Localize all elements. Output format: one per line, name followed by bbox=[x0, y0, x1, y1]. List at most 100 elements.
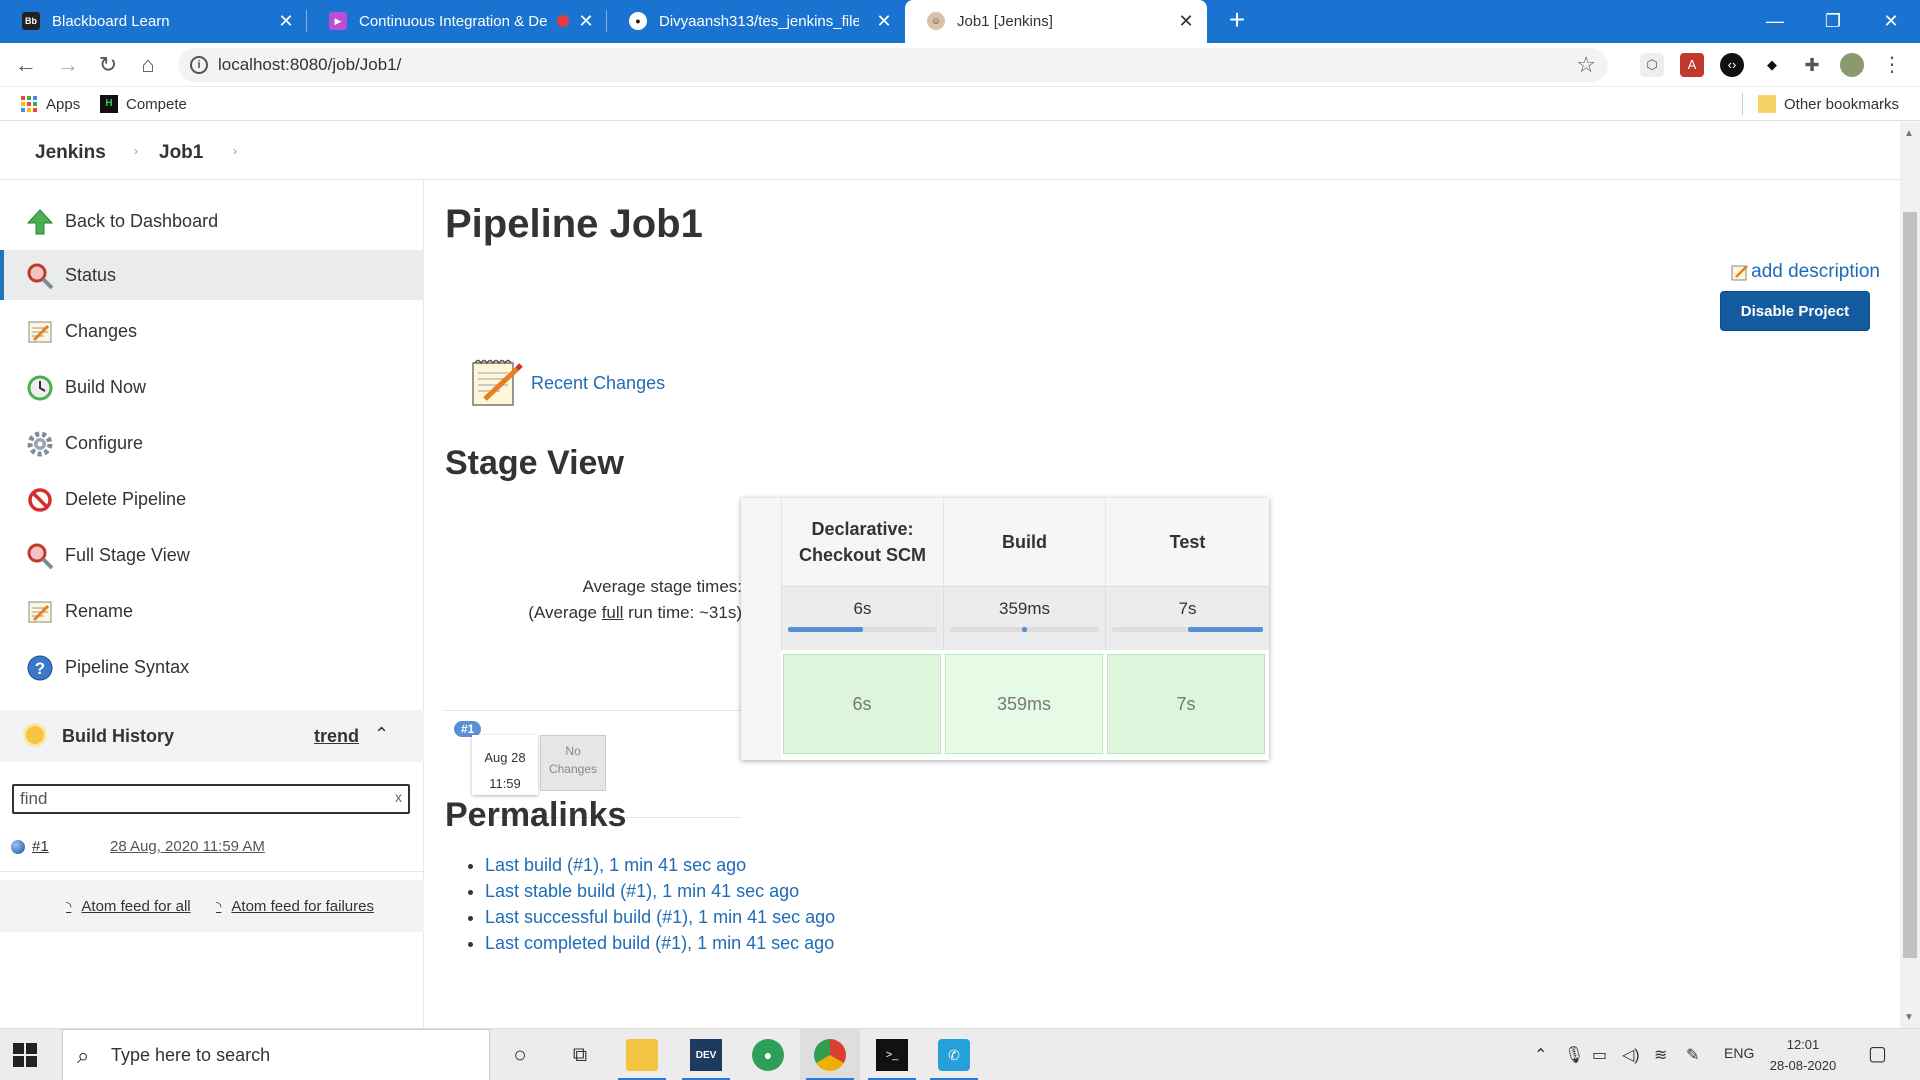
sidebar-item-delete-pipeline[interactable]: Delete Pipeline bbox=[0, 474, 424, 524]
hackerrank-icon: H bbox=[100, 95, 118, 113]
rss-icon: ◝ bbox=[216, 898, 222, 914]
reload-button[interactable]: ↻ bbox=[92, 50, 124, 80]
maps-pin-icon[interactable]: ● bbox=[752, 1039, 784, 1071]
bookmark-star-icon[interactable]: ☆ bbox=[1576, 52, 1596, 78]
file-explorer-icon[interactable] bbox=[626, 1039, 658, 1071]
pen-icon[interactable]: ✎ bbox=[1686, 1045, 1699, 1065]
sidebar-item-label: Configure bbox=[65, 432, 144, 453]
language-indicator[interactable]: ENG bbox=[1724, 1045, 1754, 1061]
battery-icon[interactable]: ▭ bbox=[1592, 1045, 1607, 1065]
close-window-button[interactable]: ✕ bbox=[1871, 6, 1911, 36]
bookmark-apps[interactable]: Apps bbox=[20, 95, 80, 113]
chevron-right-icon[interactable]: › bbox=[134, 144, 138, 158]
stage-cell-checkout-scm[interactable]: 6s bbox=[783, 654, 941, 754]
rss-icon: ◝ bbox=[66, 898, 72, 914]
sidebar-item-build-now[interactable]: Build Now bbox=[0, 362, 424, 412]
minimize-button[interactable]: — bbox=[1755, 6, 1795, 36]
notepad-icon bbox=[472, 359, 523, 406]
close-icon[interactable]: ✕ bbox=[1175, 10, 1197, 32]
notifications-icon[interactable]: ▢ bbox=[1868, 1041, 1887, 1066]
back-button[interactable]: ← bbox=[10, 50, 42, 80]
sidebar-item-changes[interactable]: Changes bbox=[0, 306, 424, 356]
permalink-last-stable-build[interactable]: Last stable build (#1), 1 min 41 sec ago bbox=[485, 878, 835, 904]
page-scrollbar[interactable]: ▲ ▼ bbox=[1900, 122, 1920, 1028]
info-icon[interactable]: i bbox=[190, 56, 208, 74]
taskbar-search-box[interactable]: ⌕ Type here to search bbox=[62, 1029, 490, 1080]
fish-extension-icon[interactable]: ◆ bbox=[1760, 53, 1784, 77]
clear-search-icon[interactable]: x bbox=[395, 789, 402, 805]
bookmark-compete[interactable]: H Compete bbox=[100, 95, 187, 113]
atom-feed-failures-link[interactable]: ◝ Atom feed for failures bbox=[216, 898, 374, 915]
notepad-icon bbox=[28, 321, 52, 343]
microphone-icon[interactable]: 🎙 bbox=[1564, 1045, 1584, 1065]
sidebar-item-full-stage-view[interactable]: Full Stage View bbox=[0, 530, 424, 580]
wifi-icon[interactable]: ≋ bbox=[1654, 1045, 1667, 1065]
average-stage-times-label: Average stage times: (Average full run t… bbox=[528, 577, 742, 622]
scroll-up-icon[interactable]: ▲ bbox=[1904, 128, 1914, 139]
build-date-box[interactable]: Aug 28 11:59 bbox=[472, 735, 538, 795]
system-clock[interactable]: 12:01 28-08-2020 bbox=[1768, 1034, 1838, 1076]
scrollbar-thumb[interactable] bbox=[1903, 212, 1917, 958]
recent-changes-link[interactable]: Recent Changes bbox=[467, 355, 665, 411]
whatsapp-icon[interactable]: ✆ bbox=[938, 1039, 970, 1071]
permalink-last-successful-build[interactable]: Last successful build (#1), 1 min 41 sec… bbox=[485, 904, 835, 930]
bookmarks-bar: Apps H Compete Other bookmarks bbox=[0, 87, 1920, 121]
url-omnibox[interactable]: i localhost:8080/job/Job1/ ☆ bbox=[178, 48, 1608, 82]
puzzle-extensions-icon[interactable]: ✚ bbox=[1800, 53, 1824, 77]
sidebar-item-pipeline-syntax[interactable]: ? Pipeline Syntax bbox=[0, 642, 424, 692]
terminal-icon[interactable]: >_ bbox=[876, 1039, 908, 1071]
trend-link[interactable]: trend bbox=[314, 726, 359, 747]
sidebar-item-label: Pipeline Syntax bbox=[65, 656, 190, 677]
sidebar-item-label: Build Now bbox=[65, 376, 147, 397]
volume-icon[interactable]: ◁) bbox=[1622, 1045, 1640, 1065]
sidebar-item-status[interactable]: Status bbox=[0, 250, 424, 300]
pdf-extension-icon[interactable]: A bbox=[1680, 53, 1704, 77]
close-icon[interactable]: ✕ bbox=[275, 10, 297, 32]
home-button[interactable]: ⌂ bbox=[132, 50, 164, 80]
permalink-last-completed-build[interactable]: Last completed build (#1), 1 min 41 sec … bbox=[485, 930, 835, 956]
tab-blackboard[interactable]: Bb Blackboard Learn ✕ bbox=[0, 0, 307, 43]
tab-github[interactable]: ● Divyaansh313/tes_jenkins_file ✕ bbox=[607, 0, 905, 43]
sidebar-item-rename[interactable]: Rename bbox=[0, 586, 424, 636]
tab-continuous-integration[interactable]: ▶ Continuous Integration & De ✕ bbox=[307, 0, 607, 43]
browser-menu-icon[interactable]: ⋮ bbox=[1880, 53, 1904, 77]
windows-start-icon[interactable] bbox=[12, 1042, 38, 1068]
build-search-input[interactable] bbox=[14, 786, 374, 812]
build-changes-box[interactable]: No Changes bbox=[540, 735, 606, 791]
chevron-up-icon[interactable]: ⌃ bbox=[1534, 1045, 1547, 1065]
sidebar-item-configure[interactable]: Configure bbox=[0, 418, 424, 468]
profile-avatar[interactable] bbox=[1840, 53, 1864, 77]
url-text[interactable]: localhost:8080/job/Job1/ bbox=[218, 55, 401, 75]
full-run-time-link[interactable]: full bbox=[602, 603, 624, 622]
code-extension-icon[interactable]: ‹› bbox=[1720, 53, 1744, 77]
cortana-icon[interactable]: ○ bbox=[504, 1039, 536, 1071]
extension-shield-icon[interactable]: ⬡ bbox=[1640, 53, 1664, 77]
close-icon[interactable]: ✕ bbox=[873, 10, 895, 32]
svg-text:?: ? bbox=[35, 659, 45, 678]
restore-button[interactable]: ❐ bbox=[1813, 6, 1853, 36]
stage-avg-checkout-scm: 6s bbox=[781, 586, 943, 650]
stage-cell-build[interactable]: 359ms bbox=[945, 654, 1103, 754]
build-number-link[interactable]: #1 bbox=[32, 838, 49, 855]
build-history-search[interactable]: x bbox=[12, 784, 410, 814]
new-tab-button[interactable]: + bbox=[1222, 6, 1252, 36]
devcpp-icon[interactable]: DEV bbox=[690, 1039, 722, 1071]
chevron-right-icon[interactable]: › bbox=[233, 144, 237, 158]
sidebar-item-back-to-dashboard[interactable]: Back to Dashboard bbox=[0, 196, 424, 246]
permalink-last-build[interactable]: Last build (#1), 1 min 41 sec ago bbox=[485, 852, 835, 878]
task-view-icon[interactable]: ⧉ bbox=[564, 1039, 596, 1071]
bookmark-other[interactable]: Other bookmarks bbox=[1758, 95, 1899, 113]
stage-cell-test[interactable]: 7s bbox=[1107, 654, 1265, 754]
add-description-link[interactable]: add description bbox=[1731, 261, 1880, 283]
build-date-link[interactable]: 28 Aug, 2020 11:59 AM bbox=[110, 838, 265, 855]
chevron-up-icon[interactable]: ⌃ bbox=[374, 724, 389, 745]
tab-jenkins[interactable]: ☺ Job1 [Jenkins] ✕ bbox=[905, 0, 1207, 43]
scroll-down-icon[interactable]: ▼ bbox=[1904, 1012, 1914, 1023]
forward-button[interactable]: → bbox=[52, 50, 84, 80]
breadcrumb-job1[interactable]: Job1 bbox=[159, 142, 203, 164]
atom-feed-all-link[interactable]: ◝ Atom feed for all bbox=[66, 898, 191, 915]
disable-project-button[interactable]: Disable Project bbox=[1720, 291, 1870, 331]
close-icon[interactable]: ✕ bbox=[575, 10, 597, 32]
jenkins-page: Jenkins › Job1 › Back to Dashboard Statu… bbox=[0, 122, 1920, 1028]
breadcrumb-jenkins[interactable]: Jenkins bbox=[35, 142, 106, 164]
